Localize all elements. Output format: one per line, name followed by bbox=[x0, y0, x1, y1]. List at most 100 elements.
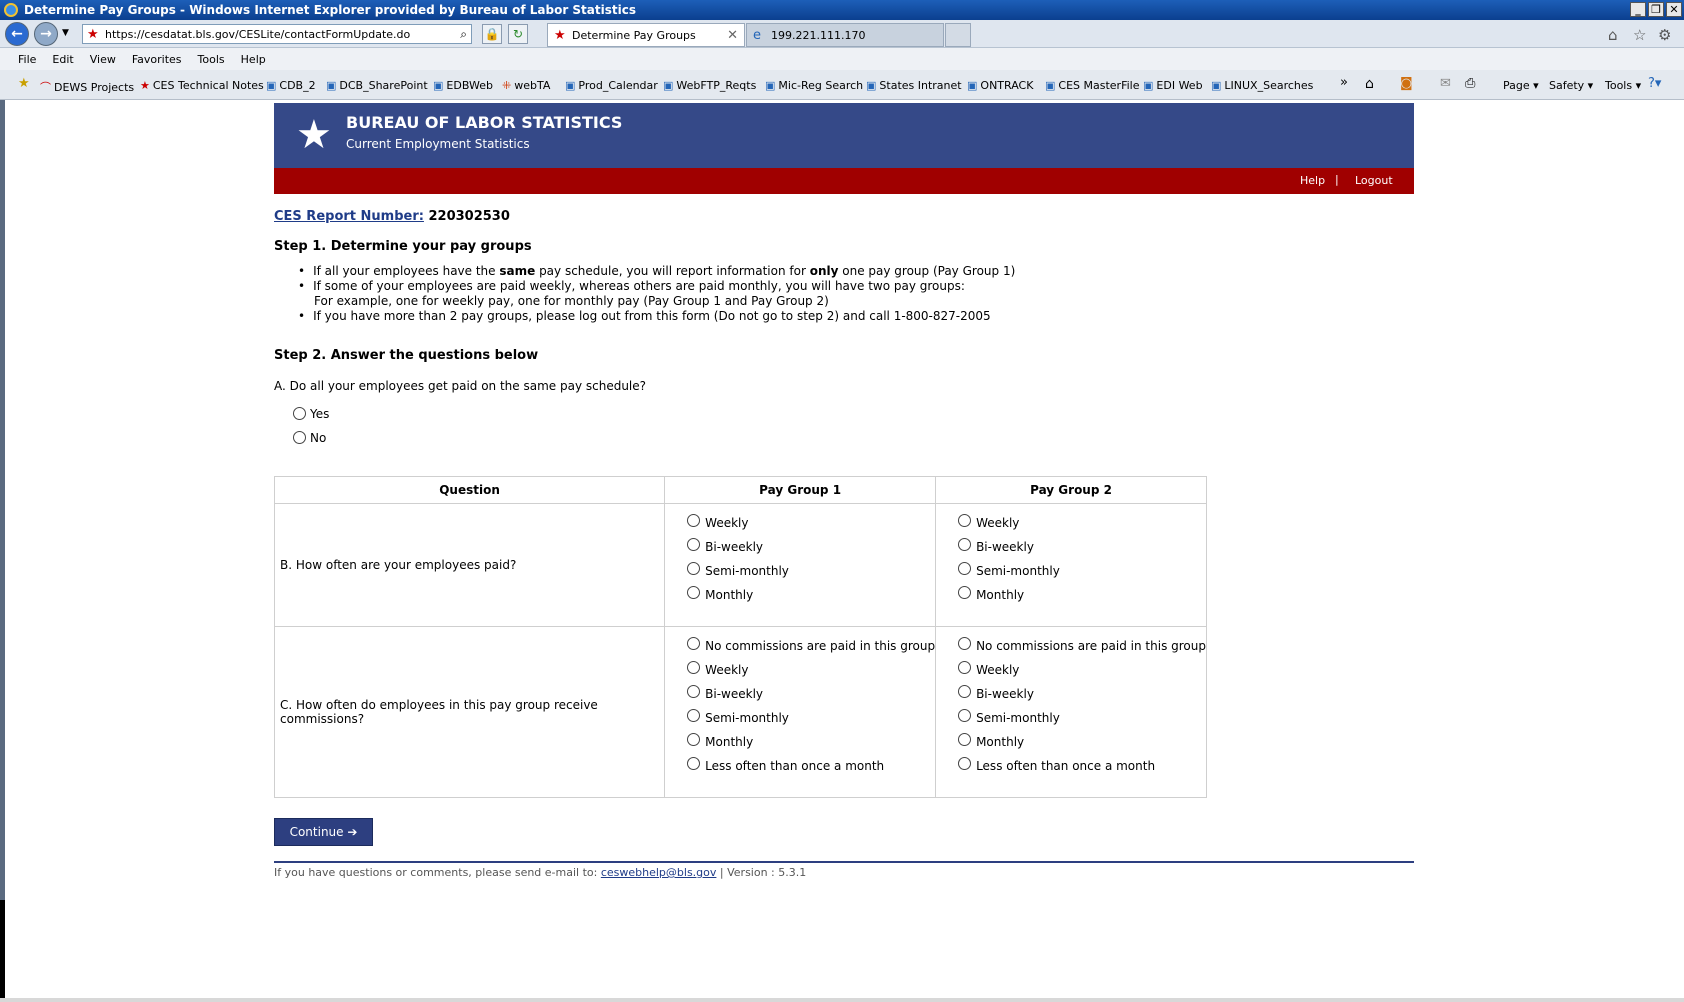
radio-option[interactable]: Less often than once a month bbox=[687, 755, 935, 779]
no-radio[interactable] bbox=[293, 431, 306, 444]
radio-option[interactable]: Weekly bbox=[687, 659, 935, 683]
answer-yes-option[interactable]: Yes bbox=[293, 407, 329, 421]
favorite-link[interactable]: ▣ EDI Web bbox=[1143, 79, 1203, 92]
radio-option[interactable]: Bi-weekly bbox=[958, 683, 1206, 707]
radio-button[interactable] bbox=[958, 514, 972, 527]
favorites-star-icon[interactable]: ☆ bbox=[1633, 26, 1646, 44]
menu-edit[interactable]: Edit bbox=[52, 53, 73, 66]
url-input[interactable]: ★ https://cesdatat.bls.gov/CESLite/conta… bbox=[82, 24, 472, 44]
favorite-link[interactable]: ⁜ webTA bbox=[502, 79, 550, 92]
restore-button[interactable]: ❐ bbox=[1648, 2, 1664, 17]
logout-link[interactable]: Logout bbox=[1355, 174, 1393, 187]
refresh-icon[interactable]: ↻ bbox=[508, 24, 528, 44]
minimize-button[interactable]: _ bbox=[1630, 2, 1646, 17]
radio-button[interactable] bbox=[687, 562, 701, 575]
chevron-more-icon[interactable]: » bbox=[1340, 75, 1348, 90]
favorite-link[interactable]: ▣ States Intranet bbox=[866, 79, 962, 92]
favorite-link[interactable]: ▣ CDB_2 bbox=[266, 79, 316, 92]
mail-icon[interactable]: ✉ bbox=[1440, 76, 1451, 91]
menu-favorites[interactable]: Favorites bbox=[132, 53, 182, 66]
report-number-link[interactable]: CES Report Number: bbox=[274, 209, 424, 224]
radio-button[interactable] bbox=[958, 661, 972, 674]
radio-button[interactable] bbox=[687, 637, 701, 650]
support-email-link[interactable]: ceswebhelp@bls.gov bbox=[601, 866, 717, 879]
radio-button[interactable] bbox=[958, 733, 972, 746]
radio-option[interactable]: Monthly bbox=[687, 584, 935, 608]
radio-button[interactable] bbox=[687, 733, 701, 746]
print-icon[interactable]: ⎙ bbox=[1465, 76, 1475, 91]
rss-feed-icon[interactable]: ◙ bbox=[1400, 76, 1413, 91]
radio-button[interactable] bbox=[958, 637, 972, 650]
menu-file[interactable]: File bbox=[18, 53, 36, 66]
menu-tools[interactable]: Tools bbox=[198, 53, 225, 66]
favorites-icon[interactable]: ★ bbox=[18, 76, 30, 91]
radio-option[interactable]: Bi-weekly bbox=[687, 683, 935, 707]
radio-button[interactable] bbox=[958, 685, 972, 698]
column-header-pay-group-1: Pay Group 1 bbox=[664, 476, 937, 504]
favorite-link[interactable]: ▣ DCB_SharePoint bbox=[326, 79, 428, 92]
help-link[interactable]: Help bbox=[1300, 174, 1325, 187]
favorite-link[interactable]: ▣ WebFTP_Reqts bbox=[663, 79, 756, 92]
search-icon[interactable]: ⌕ bbox=[460, 27, 467, 42]
gear-icon[interactable]: ⚙ bbox=[1658, 26, 1671, 44]
favorite-link[interactable]: ⌒ DEWS Projects bbox=[40, 79, 134, 95]
radio-button[interactable] bbox=[958, 538, 972, 551]
favorite-link[interactable]: ▣ CES MasterFile bbox=[1045, 79, 1140, 92]
radio-option[interactable]: Weekly bbox=[958, 512, 1206, 536]
close-window-button[interactable]: ✕ bbox=[1666, 2, 1682, 17]
window-left-border bbox=[0, 100, 5, 1002]
radio-option[interactable]: Bi-weekly bbox=[958, 536, 1206, 560]
radio-option[interactable]: Semi-monthly bbox=[687, 560, 935, 584]
favorite-link[interactable]: ▣ LINUX_Searches bbox=[1211, 79, 1313, 92]
radio-option[interactable]: Less often than once a month bbox=[958, 755, 1206, 779]
radio-button[interactable] bbox=[958, 562, 972, 575]
favorite-link[interactable]: ▣ Prod_Calendar bbox=[565, 79, 658, 92]
favorite-link[interactable]: ▣ Mic-Reg Search bbox=[765, 79, 863, 92]
radio-button[interactable] bbox=[687, 709, 701, 722]
answer-no-option[interactable]: No bbox=[293, 431, 326, 445]
menu-view[interactable]: View bbox=[90, 53, 116, 66]
radio-button[interactable] bbox=[687, 514, 701, 527]
radio-option[interactable]: Monthly bbox=[687, 731, 935, 755]
tab-label: Determine Pay Groups bbox=[572, 29, 696, 42]
home-command-icon[interactable]: ⌂ bbox=[1365, 76, 1374, 92]
radio-option[interactable]: Semi-monthly bbox=[958, 560, 1206, 584]
yes-radio[interactable] bbox=[293, 407, 306, 420]
radio-button[interactable] bbox=[687, 661, 701, 674]
favorite-link[interactable]: ★ CES Technical Notes bbox=[140, 79, 264, 92]
radio-button[interactable] bbox=[958, 757, 972, 770]
radio-option[interactable]: Bi-weekly bbox=[687, 536, 935, 560]
tools-menu[interactable]: Tools ▾ bbox=[1605, 79, 1641, 92]
radio-option[interactable]: No commissions are paid in this group bbox=[958, 635, 1206, 659]
forward-button[interactable]: → bbox=[34, 22, 58, 46]
radio-button[interactable] bbox=[687, 685, 701, 698]
tab-determine-pay-groups[interactable]: ★ Determine Pay Groups ✕ bbox=[547, 23, 745, 47]
radio-button[interactable] bbox=[687, 538, 701, 551]
page-menu[interactable]: Page ▾ bbox=[1503, 79, 1539, 92]
radio-button[interactable] bbox=[958, 709, 972, 722]
radio-option[interactable]: Weekly bbox=[958, 659, 1206, 683]
favorite-link[interactable]: ▣ EDBWeb bbox=[433, 79, 493, 92]
radio-button[interactable] bbox=[687, 586, 701, 599]
radio-option[interactable]: Semi-monthly bbox=[687, 707, 935, 731]
new-tab-button[interactable] bbox=[945, 23, 971, 47]
radio-button[interactable] bbox=[958, 586, 972, 599]
safety-menu[interactable]: Safety ▾ bbox=[1549, 79, 1593, 92]
home-icon[interactable]: ⌂ bbox=[1608, 26, 1618, 44]
continue-button[interactable]: Continue ➔ bbox=[274, 818, 373, 846]
help-icon[interactable]: ?▾ bbox=[1648, 76, 1661, 91]
lock-icon[interactable]: 🔒 bbox=[482, 24, 502, 44]
close-tab-icon[interactable]: ✕ bbox=[727, 28, 738, 43]
history-dropdown-icon[interactable]: ▼ bbox=[62, 28, 69, 38]
back-button[interactable]: ← bbox=[5, 22, 29, 46]
tab-ip-address[interactable]: e 199.221.111.170 bbox=[746, 23, 944, 47]
radio-button[interactable] bbox=[687, 757, 701, 770]
version-text: | Version : 5.3.1 bbox=[716, 866, 807, 879]
menu-help[interactable]: Help bbox=[241, 53, 266, 66]
radio-option[interactable]: Monthly bbox=[958, 584, 1206, 608]
favorite-link[interactable]: ▣ ONTRACK bbox=[967, 79, 1033, 92]
radio-option[interactable]: Weekly bbox=[687, 512, 935, 536]
radio-option[interactable]: No commissions are paid in this group bbox=[687, 635, 935, 659]
radio-option[interactable]: Semi-monthly bbox=[958, 707, 1206, 731]
radio-option[interactable]: Monthly bbox=[958, 731, 1206, 755]
